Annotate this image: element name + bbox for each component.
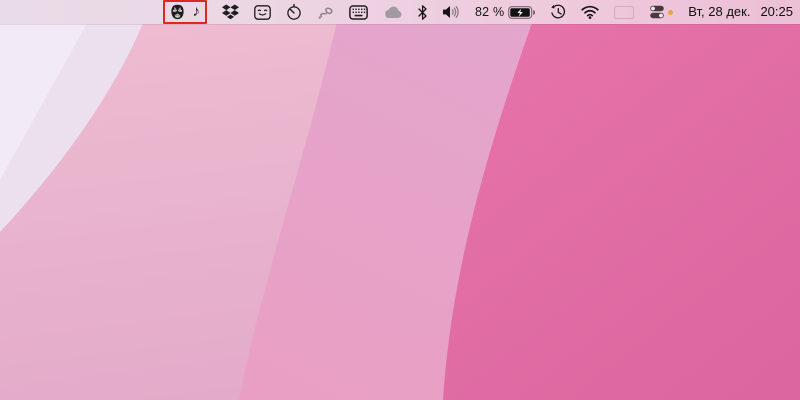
face-mask-icon[interactable] (170, 4, 185, 20)
dropbox-icon[interactable] (221, 4, 239, 20)
orange-status-dot (668, 9, 674, 15)
time-label: 20:25 (760, 4, 793, 19)
volume-icon[interactable] (442, 5, 460, 19)
time-machine-icon[interactable] (550, 4, 566, 20)
desktop-wallpaper (0, 0, 800, 400)
battery-percent-label: 82 % (474, 5, 505, 19)
spiral-icon[interactable] (317, 4, 334, 20)
toggle-switches-icon (650, 5, 665, 19)
battery-icon (508, 5, 536, 19)
battery-status[interactable]: 82 % (474, 5, 536, 19)
bluetooth-icon[interactable] (418, 4, 427, 20)
toggle-switches-status[interactable] (649, 5, 674, 19)
wifi-icon[interactable] (581, 5, 599, 19)
russian-flag-icon[interactable] (614, 6, 634, 19)
date-label: Вт, 28 дек. (688, 4, 751, 19)
red-highlight-annotation: ♪ (163, 0, 207, 24)
menu-bar-clock[interactable]: Вт, 28 дек. 20:25 (688, 5, 793, 19)
smiley-square-icon[interactable] (254, 4, 271, 20)
timer-icon[interactable] (286, 4, 302, 20)
music-note-icon[interactable]: ♪ (192, 4, 200, 19)
cloud-icon[interactable] (383, 6, 403, 19)
keyboard-icon[interactable] (349, 4, 368, 20)
menu-bar: ♪ 82 % Вт, 28 дек. 20:25 (0, 0, 800, 24)
